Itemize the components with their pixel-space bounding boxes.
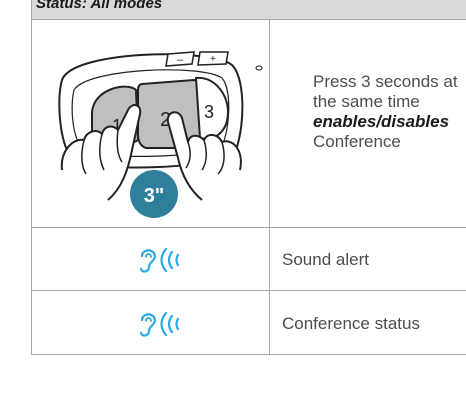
instruction-line-1: Press 3 seconds at (313, 72, 458, 91)
led-indicator (255, 65, 263, 71)
instruction-line-2: the same time (313, 92, 420, 111)
sound-alert-label: Sound alert (282, 250, 369, 269)
status-header: Status: All modes (32, 0, 466, 20)
button-3-label: 3 (204, 102, 214, 122)
instruction-emphasis: enables/disables (313, 112, 450, 131)
ear-sound-waves-icon (139, 247, 180, 273)
status-label: Status: All modes (36, 0, 163, 12)
sound-alert-row: Sound alert (32, 228, 466, 291)
plus-label: + (210, 54, 216, 65)
hold-time-label: 3" (144, 185, 165, 207)
device-buttons-illustration: – + 1 2 3 3" (58, 51, 263, 218)
conference-instruction-row: – + 1 2 3 3" Press 3 seconds at the same… (32, 20, 466, 228)
conference-status-label: Conference status (282, 314, 420, 333)
instruction-table: Status: All modes – + 1 2 3 3" Press 3 s… (31, 0, 466, 355)
minus-label: – (177, 54, 184, 66)
conference-status-row: Conference status (32, 291, 466, 355)
ear-sound-waves-icon (139, 311, 180, 337)
instruction-line-4: Conference (313, 132, 401, 151)
instruction-text: Press 3 seconds at the same time enables… (313, 72, 466, 152)
